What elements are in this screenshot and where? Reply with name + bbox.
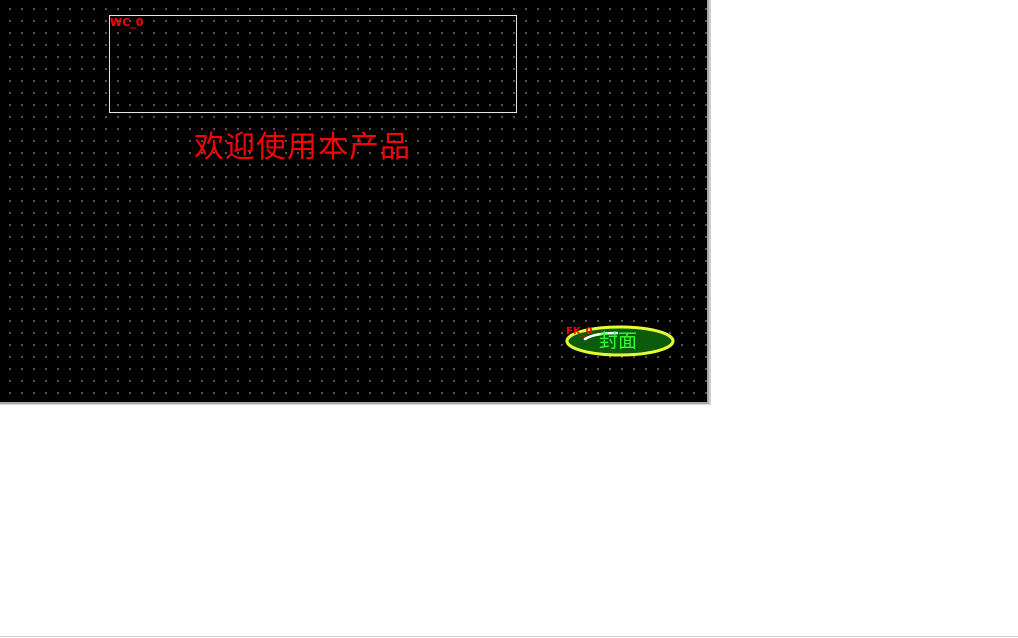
frame-widget[interactable]: WC_0 xyxy=(109,15,517,113)
canvas-bottom-edge xyxy=(0,404,711,405)
page-bottom-divider xyxy=(0,636,1018,637)
cover-button-label: 封面 xyxy=(599,330,638,352)
canvas-right-edge xyxy=(709,0,711,405)
cover-button[interactable]: FK_0 封面 xyxy=(565,325,675,357)
welcome-text-widget[interactable]: 欢迎使用本产品 xyxy=(194,128,411,168)
frame-widget-id-label: WC_0 xyxy=(110,16,144,29)
editor-canvas[interactable]: WC_0 欢迎使用本产品 FK_0 封面 xyxy=(0,0,709,404)
cover-button-id-label: FK_0 xyxy=(566,326,593,337)
